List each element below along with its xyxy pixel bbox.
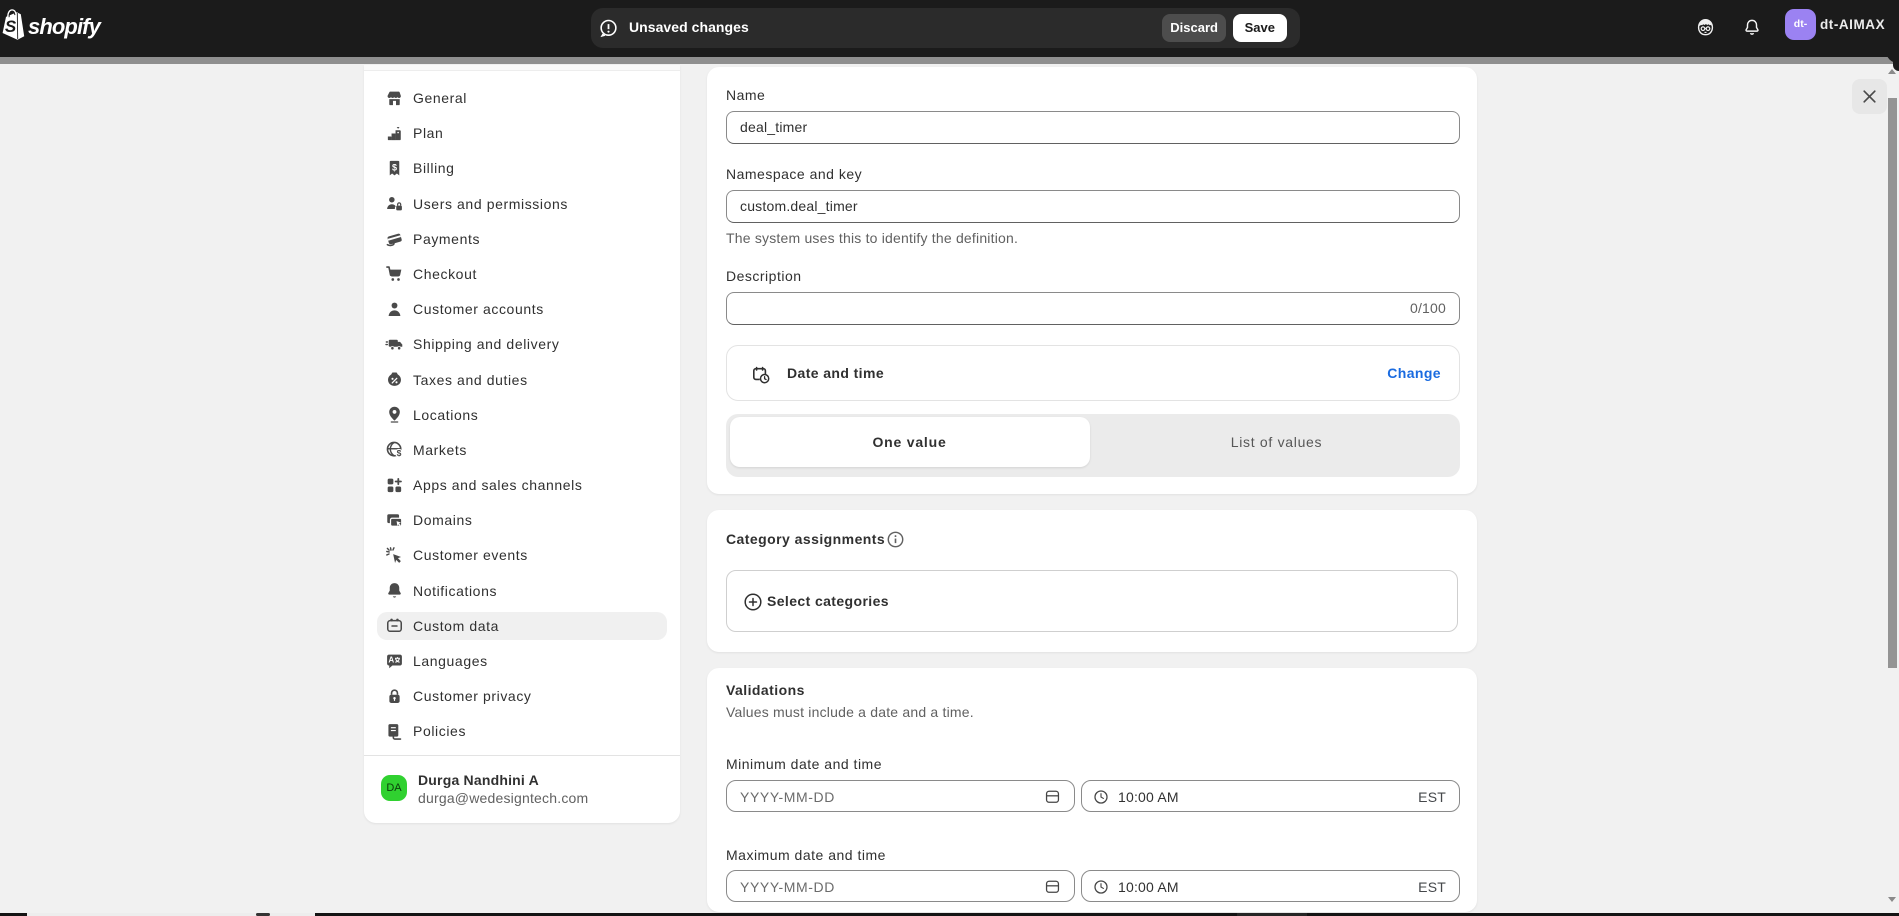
svg-text:$: $ [392, 162, 397, 172]
svg-text:A: A [388, 655, 394, 664]
svg-text:$: $ [397, 448, 402, 458]
svg-text:S: S [5, 17, 17, 36]
